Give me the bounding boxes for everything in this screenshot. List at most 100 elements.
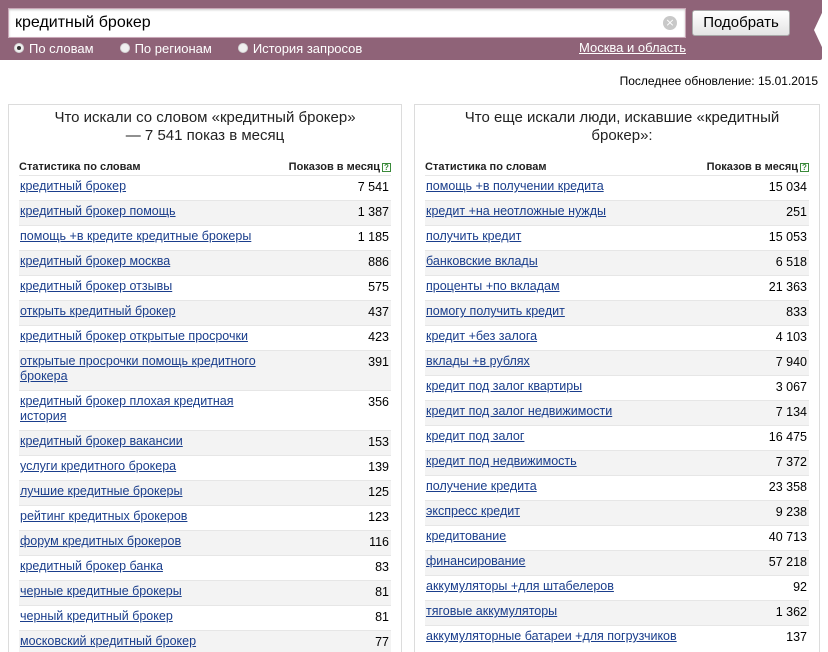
panel-title: Что искали со словом «кредитный брокер» …	[54, 109, 356, 144]
table-row: форум кредитных брокеров 116	[19, 530, 391, 555]
query-link[interactable]: кредит под залог	[425, 426, 685, 444]
radio-by-regions[interactable]	[119, 43, 130, 53]
query-link[interactable]: услуги кредитного брокера	[19, 456, 279, 474]
impressions-count: 251	[786, 205, 807, 219]
table-row: вклады +в рублях 7 940	[425, 350, 809, 375]
query-link[interactable]: получение кредита	[425, 476, 685, 494]
help-icon[interactable]: ?	[382, 163, 391, 172]
table-row: кредитование 40 713	[425, 525, 809, 550]
table-row: кредитный брокер вакансии 153	[19, 430, 391, 455]
query-link[interactable]: помогу получить кредит	[425, 301, 685, 319]
query-link[interactable]: московский кредитный брокер	[19, 631, 279, 649]
impressions-count: 125	[368, 485, 389, 499]
impressions-count: 3 067	[775, 380, 807, 394]
pick-button[interactable]: Подобрать	[692, 10, 790, 36]
mode-history[interactable]: История запросов	[237, 40, 362, 56]
search-input[interactable]	[15, 12, 655, 34]
query-link[interactable]: кредитный брокер отзывы	[19, 276, 279, 294]
query-link[interactable]: форум кредитных брокеров	[19, 531, 279, 549]
search-field[interactable]: ×	[8, 8, 686, 38]
query-link[interactable]: черные кредитные брокеры	[19, 581, 279, 599]
query-link[interactable]: тяговые аккумуляторы	[425, 601, 685, 619]
table-row: кредит +без залога 4 103	[425, 325, 809, 350]
table-row: кредитный брокер помощь 1 387	[19, 200, 391, 225]
query-link[interactable]: кредитный брокер москва	[19, 251, 279, 269]
query-link[interactable]: вклады +в рублях	[425, 351, 685, 369]
query-link[interactable]: банковские вклады	[425, 251, 685, 269]
table-row: проценты +по вкладам 21 363	[425, 275, 809, 300]
clear-icon[interactable]: ×	[663, 16, 677, 30]
table-row: рейтинг кредитных брокеров 123	[19, 505, 391, 530]
query-link[interactable]: кредит под залог квартиры	[425, 376, 685, 394]
table-header: Статистика по словам Показов в месяц?	[425, 159, 809, 175]
query-link[interactable]: кредит +без залога	[425, 326, 685, 344]
radio-by-words[interactable]	[14, 43, 24, 53]
impressions-count: 7 372	[775, 455, 807, 469]
impressions-count: 83	[375, 560, 389, 574]
query-link[interactable]: кредит +на неотложные нужды	[425, 201, 685, 219]
query-link[interactable]: финансирование	[425, 551, 685, 569]
table-row: кредитный брокер плохая кредитная истори…	[19, 390, 391, 430]
region-link[interactable]: Москва и область	[579, 40, 686, 55]
query-link[interactable]: кредитный брокер	[19, 176, 279, 194]
table-row: лучшие кредитные брокеры 125	[19, 480, 391, 505]
impressions-count: 9 238	[775, 505, 807, 519]
query-link[interactable]: экспресс кредит	[425, 501, 685, 519]
query-link[interactable]: кредитный брокер банка	[19, 556, 279, 574]
column-query-header: Статистика по словам	[425, 161, 547, 173]
query-link[interactable]: кредитный брокер плохая кредитная истори…	[19, 391, 279, 424]
table-row: помощь +в кредите кредитные брокеры 1 185	[19, 225, 391, 250]
table-row: услуги кредитного брокера 139	[19, 455, 391, 480]
query-link[interactable]: помощь +в кредите кредитные брокеры	[19, 226, 279, 244]
impressions-count: 81	[375, 585, 389, 599]
mode-by-words[interactable]: По словам	[14, 40, 94, 56]
query-link[interactable]: рейтинг кредитных брокеров	[19, 506, 279, 524]
table-row: кредитный брокер банка 83	[19, 555, 391, 580]
impressions-count: 1 185	[357, 230, 389, 244]
query-link[interactable]: черный кредитный брокер	[19, 606, 279, 624]
query-link[interactable]: аккумуляторы +для штабелеров	[425, 576, 685, 594]
impressions-count: 139	[368, 460, 389, 474]
search-bar: × Подобрать По словам По регионам Истори…	[0, 0, 822, 60]
impressions-count: 356	[368, 395, 389, 409]
table-row: кредит под залог 16 475	[425, 425, 809, 450]
query-link[interactable]: кредитный брокер открытые просрочки	[19, 326, 279, 344]
impressions-count: 575	[368, 280, 389, 294]
query-link[interactable]: помощь +в получении кредита	[425, 176, 685, 194]
query-link[interactable]: лучшие кредитные брокеры	[19, 481, 279, 499]
table-row: кредит под недвижимость 7 372	[425, 450, 809, 475]
radio-history[interactable]	[237, 43, 248, 53]
column-count-header: Показов в месяц?	[707, 161, 809, 173]
query-link[interactable]: кредит под недвижимость	[425, 451, 685, 469]
help-icon[interactable]: ?	[800, 163, 809, 172]
table-row: тяговые аккумуляторы 1 362	[425, 600, 809, 625]
mode-by-regions[interactable]: По регионам	[119, 40, 212, 56]
query-link[interactable]: открыть кредитный брокер	[19, 301, 279, 319]
impressions-count: 4 103	[775, 330, 807, 344]
impressions-count: 7 541	[357, 180, 389, 194]
query-link[interactable]: кредит под залог недвижимости	[425, 401, 685, 419]
query-link[interactable]: открытые просрочки помощь кредитного бро…	[19, 351, 279, 384]
query-link[interactable]: получить кредит	[425, 226, 685, 244]
table-row: помощь +в получении кредита 15 034	[425, 175, 809, 200]
also-searched-panel: Что еще искали люди, искавшие «кредитный…	[414, 104, 820, 652]
impressions-count: 77	[375, 635, 389, 649]
table-row: получить кредит 15 053	[425, 225, 809, 250]
impressions-count: 123	[368, 510, 389, 524]
query-link[interactable]: аккумуляторные батареи +для погрузчиков	[425, 626, 685, 644]
table-row: открытые просрочки помощь кредитного бро…	[19, 350, 391, 390]
impressions-count: 116	[369, 535, 389, 549]
impressions-count: 6 518	[775, 255, 807, 269]
query-link[interactable]: кредитование	[425, 526, 685, 544]
table-row: кредит +на неотложные нужды 251	[425, 200, 809, 225]
query-link[interactable]: кредитный брокер помощь	[19, 201, 279, 219]
impressions-count: 40 713	[768, 530, 807, 544]
query-link[interactable]: проценты +по вкладам	[425, 276, 685, 294]
mode-label: По регионам	[134, 40, 212, 56]
impressions-count: 92	[793, 580, 807, 594]
query-link[interactable]: кредитный брокер вакансии	[19, 431, 279, 449]
impressions-count: 391	[368, 355, 389, 369]
stats-table: кредитный брокер 7 541 кредитный брокер по…	[19, 175, 391, 652]
impressions-count: 15 034	[768, 180, 807, 194]
table-header: Статистика по словам Показов в месяц?	[19, 159, 391, 175]
